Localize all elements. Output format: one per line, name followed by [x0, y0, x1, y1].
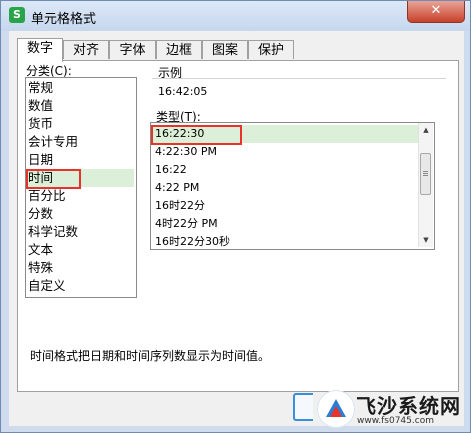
scroll-down-icon[interactable]: ▼	[419, 233, 433, 247]
category-item-scientific[interactable]: 科学记数	[27, 223, 134, 241]
category-item-percentage[interactable]: 百分比	[27, 187, 134, 205]
category-item-fraction[interactable]: 分数	[27, 205, 134, 223]
grip-line	[423, 175, 428, 176]
category-item-special[interactable]: 特殊	[27, 259, 134, 277]
watermark-logo	[317, 390, 355, 428]
type-item[interactable]: 16:22	[153, 161, 418, 179]
scroll-thumb[interactable]	[420, 153, 431, 195]
ok-button[interactable]	[293, 393, 313, 421]
tab-font[interactable]: 字体	[109, 40, 156, 59]
format-description: 时间格式把日期和时间序列数显示为时间值。	[30, 349, 271, 363]
app-icon: S	[9, 7, 25, 23]
scroll-up-icon[interactable]: ▲	[419, 123, 433, 137]
sample-value: 16:42:05	[158, 85, 208, 98]
type-item[interactable]: 4时22分 PM	[153, 215, 418, 233]
grip-line	[423, 171, 428, 172]
category-highlight-box	[26, 169, 81, 189]
watermark: 飞沙系统网 www.fs0745.com	[313, 384, 468, 432]
category-item-date[interactable]: 日期	[27, 151, 134, 169]
sample-divider	[152, 78, 446, 79]
type-item[interactable]: 4:22 PM	[153, 179, 418, 197]
category-item-custom[interactable]: 自定义	[27, 277, 134, 295]
type-item[interactable]: 4:22:30 PM	[153, 143, 418, 161]
type-highlight-box	[151, 125, 242, 145]
category-item-general[interactable]: 常规	[27, 79, 134, 97]
number-tab-panel: 分类(C): 常规 数值 货币 会计专用 日期 时间 百分比 分数 科学记数 文…	[17, 60, 459, 392]
close-button[interactable]: ✕	[407, 1, 465, 23]
category-item-number[interactable]: 数值	[27, 97, 134, 115]
dialog-body: 数字 对齐 字体 边框 图案 保护 分类(C): 常规 数值 货币 会计专用 日…	[9, 31, 464, 426]
tab-alignment[interactable]: 对齐	[63, 40, 109, 59]
type-list-scrollbar[interactable]: ▲ ▼	[418, 123, 433, 247]
tab-border[interactable]: 边框	[156, 40, 202, 59]
type-item[interactable]: 16时22分	[153, 197, 418, 215]
watermark-brand: 飞沙系统网	[356, 394, 461, 418]
grip-line	[423, 173, 428, 174]
dialog-title: 单元格格式	[31, 12, 97, 27]
format-cells-dialog: S 单元格格式 ✕ 数字 对齐 字体 边框 图案 保护 分类(C): 常规 数值…	[0, 0, 471, 433]
title-bar: S 单元格格式 ✕	[1, 1, 470, 31]
type-item[interactable]: 16时22分30秒	[153, 233, 418, 249]
category-item-currency[interactable]: 货币	[27, 115, 134, 133]
category-item-text[interactable]: 文本	[27, 241, 134, 259]
tab-number[interactable]: 数字	[17, 38, 63, 62]
category-item-accounting[interactable]: 会计专用	[27, 133, 134, 151]
tab-protection[interactable]: 保护	[248, 40, 294, 59]
watermark-url: www.fs0745.com	[357, 416, 434, 426]
tab-pattern[interactable]: 图案	[202, 40, 248, 59]
